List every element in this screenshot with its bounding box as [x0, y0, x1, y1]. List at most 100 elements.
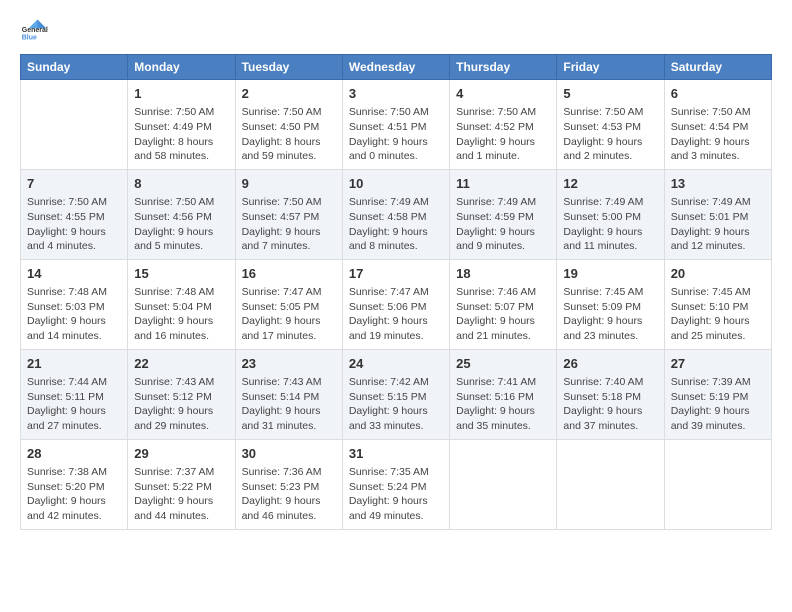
calendar-cell: 2 Sunrise: 7:50 AMSunset: 4:50 PMDaylight…: [235, 80, 342, 170]
day-number: 10: [349, 175, 443, 193]
cell-content: Sunrise: 7:41 AMSunset: 5:16 PMDaylight:…: [456, 375, 550, 434]
cell-content: Sunrise: 7:49 AMSunset: 4:59 PMDaylight:…: [456, 195, 550, 254]
cell-content: Sunrise: 7:48 AMSunset: 5:03 PMDaylight:…: [27, 285, 121, 344]
day-number: 9: [242, 175, 336, 193]
calendar-cell: 22 Sunrise: 7:43 AMSunset: 5:12 PMDayligh…: [128, 349, 235, 439]
day-number: 1: [134, 85, 228, 103]
cell-content: Sunrise: 7:47 AMSunset: 5:05 PMDaylight:…: [242, 285, 336, 344]
week-row-2: 7Sunrise: 7:50 AMSunset: 4:55 PMDaylight…: [21, 169, 772, 259]
cell-content: Sunrise: 7:43 AMSunset: 5:14 PMDaylight:…: [242, 375, 336, 434]
cell-content: Sunrise: 7:49 AMSunset: 5:00 PMDaylight:…: [563, 195, 657, 254]
day-number: 17: [349, 265, 443, 283]
cell-content: Sunrise: 7:50 AMSunset: 4:52 PMDaylight:…: [456, 105, 550, 164]
cell-content: Sunrise: 7:47 AMSunset: 5:06 PMDaylight:…: [349, 285, 443, 344]
day-number: 19: [563, 265, 657, 283]
day-number: 3: [349, 85, 443, 103]
calendar-cell: 21 Sunrise: 7:44 AMSunset: 5:11 PMDayligh…: [21, 349, 128, 439]
day-number: 8: [134, 175, 228, 193]
day-number: 30: [242, 445, 336, 463]
cell-content: Sunrise: 7:45 AMSunset: 5:10 PMDaylight:…: [671, 285, 765, 344]
cell-content: Sunrise: 7:50 AMSunset: 4:50 PMDaylight:…: [242, 105, 336, 164]
day-number: 13: [671, 175, 765, 193]
page-container: General Blue SundayMondayTuesdayWednesda…: [0, 0, 792, 540]
calendar-cell: 26Sunrise: 7:40 AMSunset: 5:18 PMDayligh…: [557, 349, 664, 439]
day-number: 4: [456, 85, 550, 103]
calendar-cell: 9 Sunrise: 7:50 AMSunset: 4:57 PMDaylight…: [235, 169, 342, 259]
day-header-wednesday: Wednesday: [342, 55, 449, 80]
calendar-cell: 13 Sunrise: 7:49 AMSunset: 5:01 PMDayligh…: [664, 169, 771, 259]
day-number: 21: [27, 355, 121, 373]
calendar-cell: 4 Sunrise: 7:50 AMSunset: 4:52 PMDaylight…: [450, 80, 557, 170]
calendar-table: SundayMondayTuesdayWednesdayThursdayFrid…: [20, 54, 772, 530]
cell-content: Sunrise: 7:38 AMSunset: 5:20 PMDaylight:…: [27, 465, 121, 524]
calendar-cell: 16 Sunrise: 7:47 AMSunset: 5:05 PMDayligh…: [235, 259, 342, 349]
cell-content: Sunrise: 7:36 AMSunset: 5:23 PMDaylight:…: [242, 465, 336, 524]
cell-content: Sunrise: 7:50 AMSunset: 4:57 PMDaylight:…: [242, 195, 336, 254]
logo: General Blue: [20, 16, 48, 44]
calendar-cell: 14Sunrise: 7:48 AMSunset: 5:03 PMDayligh…: [21, 259, 128, 349]
week-row-5: 28 Sunrise: 7:38 AMSunset: 5:20 PMDayligh…: [21, 439, 772, 529]
day-number: 31: [349, 445, 443, 463]
svg-text:Blue: Blue: [22, 35, 37, 42]
week-row-4: 21 Sunrise: 7:44 AMSunset: 5:11 PMDayligh…: [21, 349, 772, 439]
day-header-saturday: Saturday: [664, 55, 771, 80]
calendar-cell: [450, 439, 557, 529]
cell-content: Sunrise: 7:35 AMSunset: 5:24 PMDaylight:…: [349, 465, 443, 524]
cell-content: Sunrise: 7:37 AMSunset: 5:22 PMDaylight:…: [134, 465, 228, 524]
calendar-cell: 10Sunrise: 7:49 AMSunset: 4:58 PMDayligh…: [342, 169, 449, 259]
cell-content: Sunrise: 7:42 AMSunset: 5:15 PMDaylight:…: [349, 375, 443, 434]
day-number: 11: [456, 175, 550, 193]
cell-content: Sunrise: 7:48 AMSunset: 5:04 PMDaylight:…: [134, 285, 228, 344]
cell-content: Sunrise: 7:50 AMSunset: 4:56 PMDaylight:…: [134, 195, 228, 254]
calendar-cell: 23 Sunrise: 7:43 AMSunset: 5:14 PMDayligh…: [235, 349, 342, 439]
cell-content: Sunrise: 7:50 AMSunset: 4:51 PMDaylight:…: [349, 105, 443, 164]
day-number: 23: [242, 355, 336, 373]
cell-content: Sunrise: 7:50 AMSunset: 4:54 PMDaylight:…: [671, 105, 765, 164]
calendar-cell: 25Sunrise: 7:41 AMSunset: 5:16 PMDayligh…: [450, 349, 557, 439]
header: General Blue: [20, 16, 772, 44]
calendar-cell: 20 Sunrise: 7:45 AMSunset: 5:10 PMDayligh…: [664, 259, 771, 349]
cell-content: Sunrise: 7:46 AMSunset: 5:07 PMDaylight:…: [456, 285, 550, 344]
calendar-cell: 8 Sunrise: 7:50 AMSunset: 4:56 PMDaylight…: [128, 169, 235, 259]
cell-content: Sunrise: 7:43 AMSunset: 5:12 PMDaylight:…: [134, 375, 228, 434]
calendar-cell: 29 Sunrise: 7:37 AMSunset: 5:22 PMDayligh…: [128, 439, 235, 529]
day-number: 6: [671, 85, 765, 103]
calendar-cell: 12 Sunrise: 7:49 AMSunset: 5:00 PMDayligh…: [557, 169, 664, 259]
day-number: 24: [349, 355, 443, 373]
calendar-cell: 6 Sunrise: 7:50 AMSunset: 4:54 PMDaylight…: [664, 80, 771, 170]
day-number: 20: [671, 265, 765, 283]
calendar-cell: 27Sunrise: 7:39 AMSunset: 5:19 PMDayligh…: [664, 349, 771, 439]
header-row: SundayMondayTuesdayWednesdayThursdayFrid…: [21, 55, 772, 80]
week-row-1: 1Sunrise: 7:50 AMSunset: 4:49 PMDaylight…: [21, 80, 772, 170]
calendar-cell: 11 Sunrise: 7:49 AMSunset: 4:59 PMDayligh…: [450, 169, 557, 259]
svg-text:General: General: [22, 27, 48, 34]
cell-content: Sunrise: 7:50 AMSunset: 4:55 PMDaylight:…: [27, 195, 121, 254]
calendar-cell: [664, 439, 771, 529]
calendar-cell: 17 Sunrise: 7:47 AMSunset: 5:06 PMDayligh…: [342, 259, 449, 349]
calendar-cell: 15Sunrise: 7:48 AMSunset: 5:04 PMDayligh…: [128, 259, 235, 349]
calendar-cell: 19Sunrise: 7:45 AMSunset: 5:09 PMDayligh…: [557, 259, 664, 349]
day-header-thursday: Thursday: [450, 55, 557, 80]
day-number: 28: [27, 445, 121, 463]
week-row-3: 14Sunrise: 7:48 AMSunset: 5:03 PMDayligh…: [21, 259, 772, 349]
day-number: 2: [242, 85, 336, 103]
day-number: 29: [134, 445, 228, 463]
cell-content: Sunrise: 7:50 AMSunset: 4:53 PMDaylight:…: [563, 105, 657, 164]
calendar-cell: 1Sunrise: 7:50 AMSunset: 4:49 PMDaylight…: [128, 80, 235, 170]
calendar-cell: 18 Sunrise: 7:46 AMSunset: 5:07 PMDayligh…: [450, 259, 557, 349]
day-number: 16: [242, 265, 336, 283]
calendar-cell: 31 Sunrise: 7:35 AMSunset: 5:24 PMDayligh…: [342, 439, 449, 529]
day-number: 18: [456, 265, 550, 283]
logo-icon: General Blue: [20, 16, 48, 44]
calendar-cell: 28 Sunrise: 7:38 AMSunset: 5:20 PMDayligh…: [21, 439, 128, 529]
calendar-cell: [21, 80, 128, 170]
day-number: 12: [563, 175, 657, 193]
day-number: 22: [134, 355, 228, 373]
calendar-cell: 24 Sunrise: 7:42 AMSunset: 5:15 PMDayligh…: [342, 349, 449, 439]
cell-content: Sunrise: 7:49 AMSunset: 5:01 PMDaylight:…: [671, 195, 765, 254]
cell-content: Sunrise: 7:44 AMSunset: 5:11 PMDaylight:…: [27, 375, 121, 434]
day-header-friday: Friday: [557, 55, 664, 80]
calendar-cell: 7Sunrise: 7:50 AMSunset: 4:55 PMDaylight…: [21, 169, 128, 259]
day-header-sunday: Sunday: [21, 55, 128, 80]
calendar-cell: 5Sunrise: 7:50 AMSunset: 4:53 PMDaylight…: [557, 80, 664, 170]
